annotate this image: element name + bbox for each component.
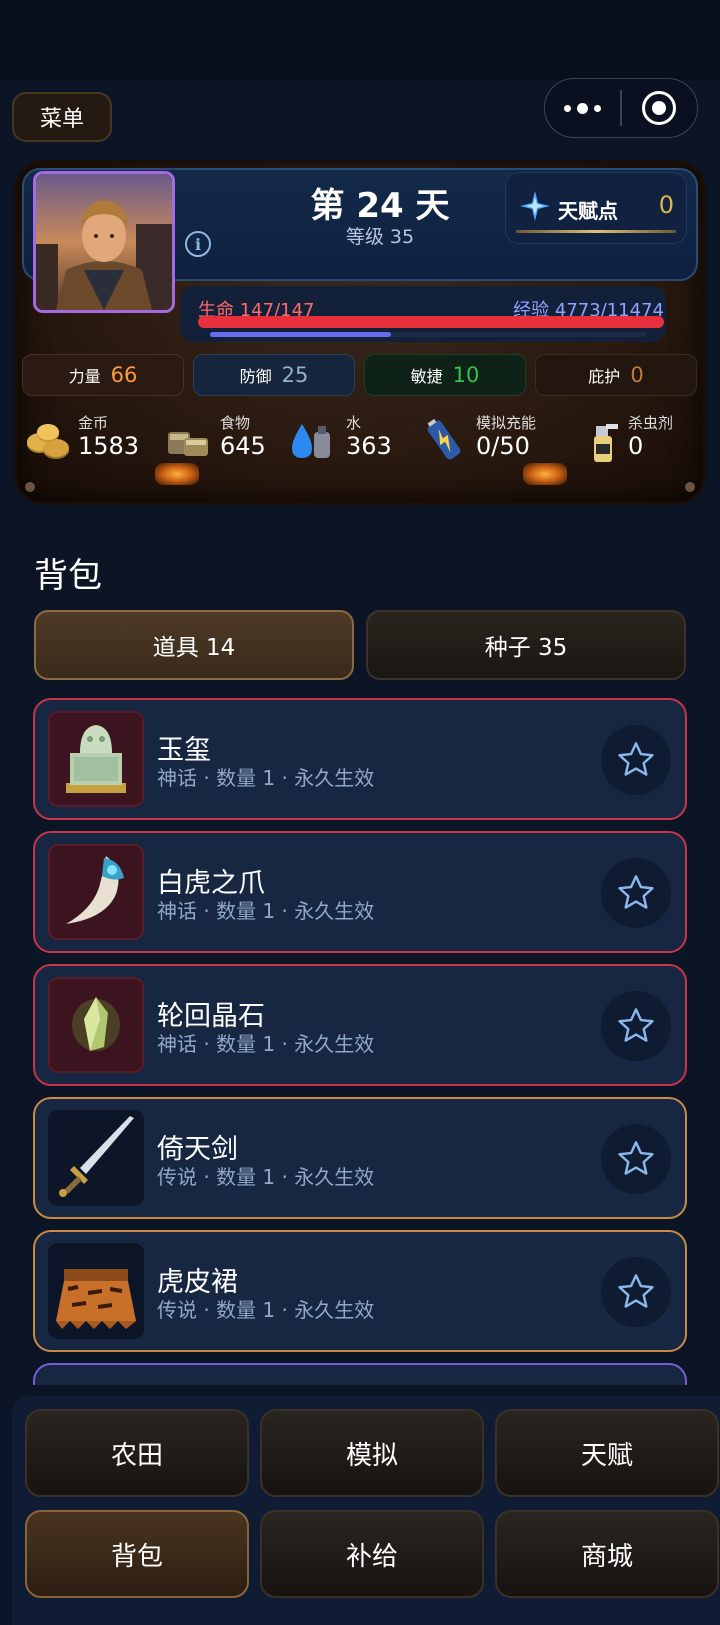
- resource-label: 水: [346, 414, 362, 432]
- jade-seal-icon: [48, 711, 144, 807]
- bag-title: 背包: [34, 556, 102, 596]
- resource-label: 模拟充能: [476, 414, 537, 432]
- stat-defense: 防御 25: [193, 354, 355, 396]
- resource-food: 食物 645: [164, 410, 274, 470]
- xp-bar: [210, 332, 646, 337]
- spray-icon: [594, 424, 618, 462]
- nav-farm[interactable]: 农田: [25, 1409, 249, 1497]
- star-icon: [618, 875, 654, 909]
- resource-value: 363: [346, 432, 392, 460]
- favorite-button[interactable]: [601, 1124, 671, 1194]
- resource-label: 金币: [78, 414, 109, 432]
- item-list[interactable]: 玉玺 神话 · 数量 1 · 永久生效 白虎之爪 神话 · 数量 1 · 永久生…: [0, 692, 720, 1385]
- nav-simulate[interactable]: 模拟: [260, 1409, 484, 1497]
- tab-items[interactable]: 道具 14: [34, 610, 354, 680]
- list-item[interactable]: [33, 1363, 687, 1385]
- day-counter: 第 24 天: [310, 186, 450, 226]
- battery-icon: [427, 418, 461, 460]
- resource-value: 1583: [78, 432, 140, 460]
- stat-value: 66: [110, 363, 138, 387]
- star-icon: [618, 1274, 654, 1308]
- star-icon: [618, 1141, 654, 1175]
- talent-points-value: 0: [658, 191, 674, 219]
- stat-value: 25: [281, 363, 309, 387]
- stat-shelter: 庇护 0: [535, 354, 697, 396]
- resource-sim-charge: 模拟充能 0/50: [420, 410, 550, 470]
- talent-points-box[interactable]: 天赋点 0: [505, 172, 687, 244]
- top-bar: [0, 0, 720, 80]
- mini-program-capsule: [544, 78, 698, 138]
- item-meta: 神话 · 数量 1 · 永久生效: [157, 899, 375, 923]
- sword-icon: [48, 1110, 144, 1206]
- hp-bar-fill: [198, 316, 664, 328]
- target-icon[interactable]: [622, 91, 697, 125]
- resource-value: 645: [220, 432, 266, 460]
- tiger-skirt-icon: [48, 1243, 144, 1339]
- resource-label: 杀虫剂: [628, 414, 674, 432]
- list-item[interactable]: 倚天剑 传说 · 数量 1 · 永久生效: [33, 1097, 687, 1219]
- resource-water: 水 363: [288, 410, 398, 470]
- list-item[interactable]: 玉玺 神话 · 数量 1 · 永久生效: [33, 698, 687, 820]
- stat-label: 防御: [239, 367, 272, 386]
- crystal-icon: [48, 977, 144, 1073]
- item-meta: 神话 · 数量 1 · 永久生效: [157, 766, 375, 790]
- stat-label: 庇护: [588, 367, 621, 386]
- talent-underline: [516, 230, 676, 233]
- resource-pesticide: 杀虫剂 0: [582, 410, 692, 470]
- xp-bar-fill: [210, 332, 392, 337]
- item-meta: 神话 · 数量 1 · 永久生效: [157, 1032, 375, 1056]
- avatar[interactable]: [33, 171, 175, 313]
- star-icon: [618, 742, 654, 776]
- stat-value: 10: [452, 363, 480, 387]
- list-item[interactable]: 轮回晶石 神话 · 数量 1 · 永久生效: [33, 964, 687, 1086]
- favorite-button[interactable]: [601, 991, 671, 1061]
- player-level: 等级 35: [345, 226, 415, 248]
- nav-shop[interactable]: 商城: [495, 1510, 719, 1598]
- hp-bar: [198, 316, 664, 328]
- stat-value: 0: [630, 363, 644, 387]
- stat-strength: 力量 66: [22, 354, 184, 396]
- menu-button[interactable]: 菜单: [12, 92, 112, 142]
- nav-supply[interactable]: 补给: [260, 1510, 484, 1598]
- item-meta: 传说 · 数量 1 · 永久生效: [157, 1298, 375, 1322]
- list-item[interactable]: 白虎之爪 神话 · 数量 1 · 永久生效: [33, 831, 687, 953]
- stat-label: 敏捷: [410, 367, 443, 386]
- talent-points-label: 天赋点: [558, 199, 618, 223]
- water-icon: [292, 424, 330, 458]
- resource-value: 0: [628, 432, 644, 460]
- tab-seeds[interactable]: 种子 35: [366, 610, 686, 680]
- resource-gold: 金币 1583: [24, 410, 144, 470]
- stat-label: 力量: [68, 367, 101, 386]
- nav-bag[interactable]: 背包: [25, 1510, 249, 1598]
- gem-icon: [520, 191, 550, 221]
- food-icon: [168, 432, 208, 456]
- tiger-claw-icon: [48, 844, 144, 940]
- item-meta: 传说 · 数量 1 · 永久生效: [157, 1165, 375, 1189]
- coins-icon: [27, 424, 69, 459]
- dots-icon[interactable]: [545, 102, 620, 114]
- resource-value: 0/50: [476, 432, 530, 460]
- list-item[interactable]: 虎皮裙 传说 · 数量 1 · 永久生效: [33, 1230, 687, 1352]
- info-icon[interactable]: i: [185, 231, 211, 257]
- favorite-button[interactable]: [601, 725, 671, 795]
- stat-agility: 敏捷 10: [364, 354, 526, 396]
- star-icon: [618, 1008, 654, 1042]
- resource-label: 食物: [220, 414, 251, 432]
- nav-talent[interactable]: 天赋: [495, 1409, 719, 1497]
- favorite-button[interactable]: [601, 858, 671, 928]
- favorite-button[interactable]: [601, 1257, 671, 1327]
